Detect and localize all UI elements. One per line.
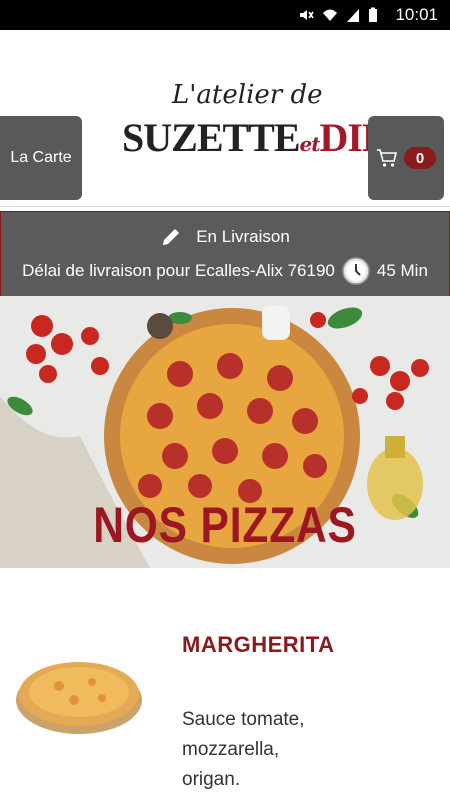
delivery-delay-row: Délai de livraison pour Ecalles-Alix 761…	[1, 256, 449, 286]
product-card[interactable]: MARGHERITA Sauce tomate, mozzarella, ori…	[0, 568, 450, 800]
mute-icon	[300, 10, 314, 20]
la-carte-label: La Carte	[10, 149, 72, 166]
cart-button[interactable]: 0	[368, 116, 444, 200]
status-bar: 10:01	[0, 0, 450, 30]
logo-line1: L'atelier de	[172, 80, 323, 110]
delivery-mode-row: En Livraison	[1, 226, 449, 248]
clock-icon	[342, 257, 370, 285]
clock: 10:01	[395, 5, 438, 24]
product-description: Sauce tomate, mozzarella, origan.	[182, 709, 305, 790]
header-divider	[0, 206, 450, 207]
logo-name-part1: SUZETTE	[122, 115, 301, 160]
battery-icon	[369, 7, 377, 22]
delivery-time: 45 Min	[376, 261, 428, 280]
signal-icon	[347, 9, 359, 22]
cart-count-badge: 0	[404, 147, 436, 169]
wifi-icon	[323, 9, 337, 21]
brand-logo[interactable]: L'atelier de SUZETTEetDINO	[122, 80, 421, 166]
hero-title: NOS PIZZAS	[93, 497, 357, 553]
margherita-pizza-image	[16, 662, 142, 734]
pencil-icon[interactable]	[160, 226, 182, 248]
la-carte-button[interactable]: La Carte	[0, 116, 82, 200]
delivery-delay-text: Délai de livraison pour Ecalles-Alix 761…	[22, 261, 335, 280]
delivery-mode: En Livraison	[196, 227, 290, 246]
cart-icon	[377, 149, 398, 167]
delivery-info[interactable]: En Livraison Délai de livraison pour Eca…	[0, 211, 450, 297]
product-name: MARGHERITA	[182, 632, 335, 657]
status-icons	[298, 7, 378, 23]
hero-banner: NOS PIZZAS	[0, 296, 450, 568]
logo-connector: et	[299, 132, 321, 156]
